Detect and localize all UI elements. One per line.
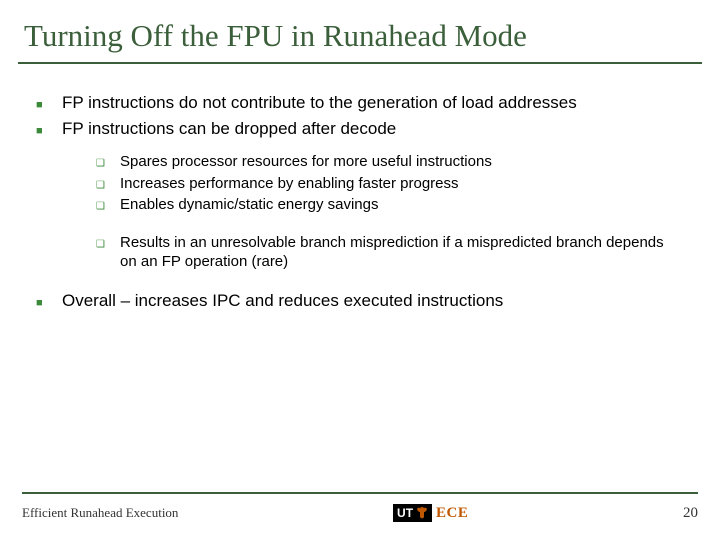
bullet-item: ■ FP instructions can be dropped after d… bbox=[36, 118, 684, 140]
bullet-text: FP instructions do not contribute to the… bbox=[62, 92, 684, 114]
slide-content: ■ FP instructions do not contribute to t… bbox=[0, 64, 720, 312]
square-bullet-icon: ■ bbox=[36, 290, 62, 312]
ut-badge: UT bbox=[393, 504, 432, 522]
sub-bullet-group: ❑ Spares processor resources for more us… bbox=[96, 152, 684, 272]
bullet-item: ■ FP instructions do not contribute to t… bbox=[36, 92, 684, 114]
sub-bullet-item: ❑ Results in an unresolvable branch misp… bbox=[96, 233, 684, 272]
footer-divider bbox=[22, 492, 698, 494]
sub-bullet-text: Results in an unresolvable branch mispre… bbox=[120, 233, 684, 272]
longhorn-icon bbox=[416, 506, 428, 520]
sub-bullet-item: ❑ Spares processor resources for more us… bbox=[96, 152, 684, 172]
page-number: 20 bbox=[683, 505, 698, 522]
sub-bullet-text: Enables dynamic/static energy savings bbox=[120, 195, 684, 215]
hollow-square-icon: ❑ bbox=[96, 152, 120, 172]
ut-ece-logo: UT ECE bbox=[393, 504, 468, 522]
footer-caption: Efficient Runahead Execution bbox=[22, 505, 178, 521]
bullet-text: Overall – increases IPC and reduces exec… bbox=[62, 290, 684, 312]
sub-bullet-item: ❑ Enables dynamic/static energy savings bbox=[96, 195, 684, 215]
sub-bullet-item: ❑ Increases performance by enabling fast… bbox=[96, 174, 684, 194]
hollow-square-icon: ❑ bbox=[96, 195, 120, 215]
slide-title: Turning Off the FPU in Runahead Mode bbox=[0, 0, 720, 62]
square-bullet-icon: ■ bbox=[36, 92, 62, 114]
hollow-square-icon: ❑ bbox=[96, 174, 120, 194]
bullet-item: ■ Overall – increases IPC and reduces ex… bbox=[36, 290, 684, 312]
sub-bullet-text: Spares processor resources for more usef… bbox=[120, 152, 684, 172]
slide-footer: Efficient Runahead Execution UT ECE 20 bbox=[0, 482, 720, 540]
ece-text: ECE bbox=[436, 505, 468, 522]
square-bullet-icon: ■ bbox=[36, 118, 62, 140]
bullet-text: FP instructions can be dropped after dec… bbox=[62, 118, 684, 140]
hollow-square-icon: ❑ bbox=[96, 233, 120, 272]
sub-bullet-text: Increases performance by enabling faster… bbox=[120, 174, 684, 194]
